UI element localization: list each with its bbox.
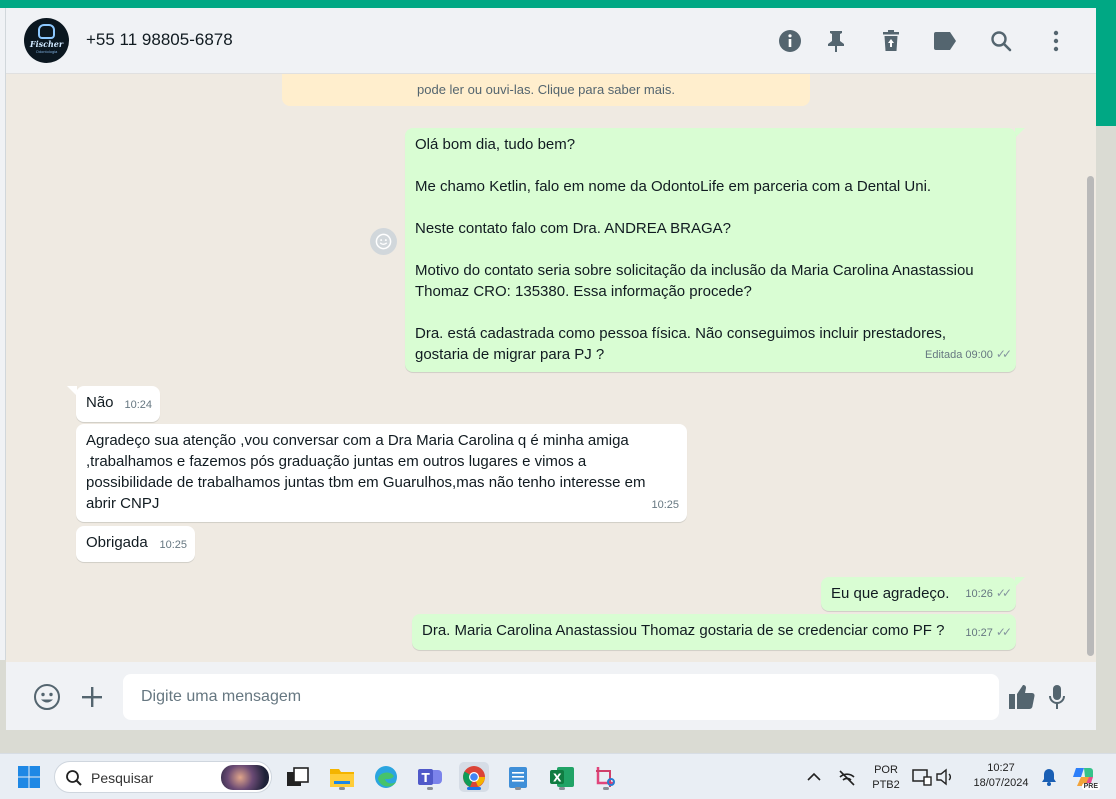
keyboard-layout: PTB2 [872,779,900,791]
svg-text:T: T [422,771,431,785]
message-line: Neste contato falo com Dra. ANDREA BRAGA… [415,220,731,237]
message-line: Dra. está cadastrada como pessoa física.… [415,325,947,342]
search-icon [66,770,82,786]
encryption-notice[interactable]: pode ler ou ouvi-las. Clique para saber … [282,74,810,106]
message-time: 10:27 [965,627,993,639]
app-top-accent-bar [0,0,1116,8]
message-line: possibilidade de trabalhamos juntas tbm … [86,474,646,491]
avatar[interactable]: Fischer Odontologia [24,18,69,63]
attach-plus-icon[interactable] [77,682,107,712]
thumbs-up-icon[interactable] [1007,682,1037,712]
message-text: Não [86,394,114,411]
message-text: Obrigada [86,534,148,551]
double-check-icon: ✓✓ [995,625,1012,639]
delete-icon[interactable] [878,28,904,54]
avatar-logo-name: Fischer [29,39,64,49]
right-accent-bar [1096,8,1116,126]
clock[interactable]: 10:27 18/07/2024 [966,761,1036,791]
message-bubble-incoming[interactable]: Obrigada 10:25 [76,526,195,562]
windows-taskbar: Pesquisar T X POR PTB2 10:27 18/07/2024 … [0,753,1116,799]
microphone-icon[interactable] [1042,682,1072,712]
input-language[interactable]: POR PTB2 [866,763,906,793]
message-line: Me chamo Ketlin, falo em nome da OdontoL… [415,178,932,195]
network-offline-icon[interactable] [833,762,861,792]
message-time: 10:26 [965,588,993,600]
bubble-tail [1015,128,1025,138]
message-line: gostaria de migrar para PJ ? [415,346,605,363]
language-code: POR [874,764,898,776]
task-view-icon[interactable] [283,762,313,792]
clock-time: 10:27 [987,762,1015,774]
chat-window: Fischer Odontologia +55 11 98805-6878 po… [6,8,1096,730]
volume-icon[interactable] [931,762,959,792]
double-check-icon: ✓✓ [995,347,1012,361]
active-indicator [467,787,481,790]
notification-bell-icon[interactable] [1035,762,1063,792]
teams-icon[interactable]: T [415,762,445,792]
chrome-icon[interactable] [459,762,489,792]
search-highlight-image [221,765,269,790]
svg-text:X: X [553,772,562,785]
message-line: ,trabalhamos e fazemos pós graduação jun… [86,453,587,470]
avatar-logo-sub: Odontologia [35,49,58,54]
pin-icon[interactable] [823,28,849,54]
preview-badge: PRE [1081,783,1100,790]
running-indicator [515,787,521,790]
chevron-up-icon[interactable] [800,762,828,792]
menu-icon[interactable] [1043,28,1069,54]
message-bubble-incoming[interactable]: Agradeço sua atenção ,vou conversar com … [76,424,687,522]
notepad-icon[interactable] [503,762,533,792]
tooth-logo-icon [38,24,55,39]
running-indicator [559,787,565,790]
message-text: Eu que agradeço. [831,585,950,602]
right-window-edge [1096,8,1116,753]
search-icon[interactable] [988,28,1014,54]
message-bubble-outgoing[interactable]: Olá bom dia, tudo bem? Me chamo Ketlin, … [405,128,1016,372]
message-line: Olá bom dia, tudo bem? [415,136,576,153]
edge-browser-icon[interactable] [371,762,401,792]
message-text: Olá bom dia, tudo bem? Me chamo Ketlin, … [415,134,1007,365]
contact-name[interactable]: +55 11 98805-6878 [86,30,233,50]
message-line: abrir CNPJ [86,495,160,512]
message-meta: Editada 09:00 ✓✓ [925,344,1012,366]
reaction-emoji-button[interactable] [370,228,397,255]
message-line: Agradeço sua atenção ,vou conversar com … [86,432,629,449]
double-check-icon: ✓✓ [995,586,1012,600]
chat-scrollbar[interactable] [1087,176,1094,656]
copilot-icon[interactable]: PRE [1068,762,1100,792]
info-icon[interactable] [777,28,803,54]
taskbar-search[interactable]: Pesquisar [54,761,272,793]
emoji-icon[interactable] [32,682,62,712]
message-time: 10:24 [124,399,152,411]
excel-icon[interactable]: X [547,762,577,792]
message-meta: 10:27 ✓✓ [965,622,1012,644]
running-indicator [427,787,433,790]
file-explorer-icon[interactable] [327,762,357,792]
label-icon[interactable] [932,28,958,54]
message-composer [6,662,1096,730]
message-time: 10:25 [651,499,679,511]
windows-start-icon[interactable] [14,762,44,792]
message-meta: 10:26 ✓✓ [965,583,1012,605]
message-text: Dra. Maria Carolina Anastassiou Thomaz g… [422,622,945,639]
message-bubble-outgoing[interactable]: Eu que agradeço. 10:26 ✓✓ [821,577,1016,611]
message-bubble-outgoing[interactable]: Dra. Maria Carolina Anastassiou Thomaz g… [412,614,1016,650]
message-list[interactable]: pode ler ou ouvi-las. Clique para saber … [6,74,1096,662]
bubble-tail [1015,577,1025,587]
running-indicator [339,787,345,790]
message-bubble-incoming[interactable]: Não 10:24 [76,386,160,422]
clock-date: 18/07/2024 [973,777,1029,789]
chat-header: Fischer Odontologia +55 11 98805-6878 [6,8,1096,74]
window-bottom-gap [0,730,1096,753]
message-input[interactable] [123,674,999,720]
running-indicator [603,787,609,790]
message-time: 10:25 [159,539,187,551]
message-time: Editada 09:00 [925,349,993,361]
message-line: Thomaz CRO: 135380. Essa informação proc… [415,283,752,300]
message-line: Motivo do contato seria sobre solicitaçã… [415,262,974,279]
search-label: Pesquisar [91,770,154,786]
snipping-tool-icon[interactable] [591,762,621,792]
